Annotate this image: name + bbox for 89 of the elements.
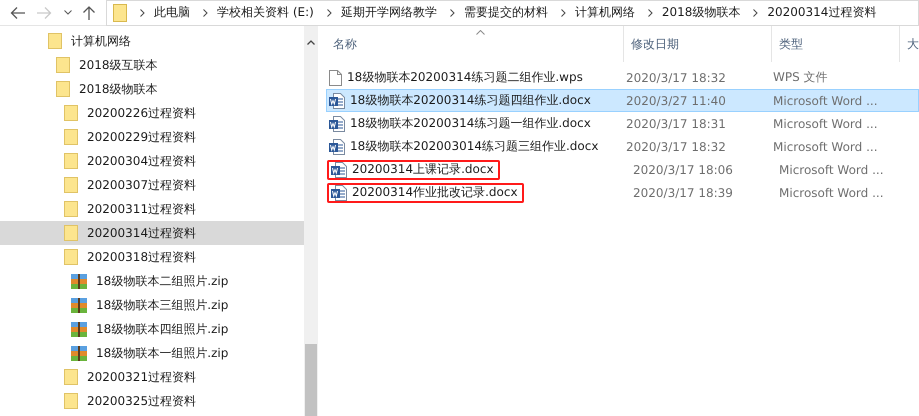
folder-icon (64, 153, 78, 169)
type-cell-text: Microsoft Word ... (778, 162, 885, 176)
tree-item[interactable]: 2018级物联本 (0, 77, 304, 101)
archive-icon (71, 322, 87, 336)
file-name: 18级物联本20200314练习题一组作业.docx (327, 115, 617, 132)
folder-icon (56, 81, 70, 97)
chevron-icon[interactable] (326, 8, 332, 16)
type-cell-text: Microsoft Word ... (772, 140, 879, 154)
tree-item[interactable]: 18级物联本四组照片.zip (0, 317, 304, 341)
file-row[interactable]: 18级物联本20200314练习题二组作业.wps 2020/3/17 18:32 WPS 文件 (326, 66, 919, 89)
word-document-icon (329, 138, 345, 154)
tree-item[interactable]: 20200229过程资料 (0, 125, 304, 149)
file-row[interactable]: 20200314作业批改记录.docx 2020/3/17 18:39 Microsoft Word ... (326, 181, 919, 204)
date-cell-text: 2020/3/27 11:40 (625, 94, 727, 108)
folder-icon (64, 177, 78, 193)
file-name: 18级物联本20200314练习题四组作业.docx (327, 92, 617, 109)
file-name: 18级物联本202003014练习题三组作业.docx (327, 138, 617, 155)
folder-icon (64, 249, 78, 265)
folder-icon (64, 105, 78, 121)
tree-item[interactable]: 20200314过程资料 (0, 221, 304, 245)
address-bar[interactable]: 此电脑 学校相关资料 (E:) 延期开学网络教学 需要提交的材料 计算机网络 2018级物联本 20200314过程资料 (106, 0, 919, 26)
word-document-icon (331, 184, 347, 200)
folder-icon (56, 57, 70, 73)
scroll-up-icon[interactable] (307, 40, 315, 45)
archive-icon (71, 298, 87, 312)
scroll-thumb[interactable] (305, 344, 317, 416)
file-name: 20200314上课记录.docx (327, 160, 500, 180)
file-name: 18级物联本20200314练习题二组作业.wps (327, 69, 617, 86)
folder-icon (64, 129, 78, 145)
breadcrumb-item[interactable]: 20200314过程资料 (767, 4, 876, 21)
type-cell-text: Microsoft Word ... (772, 116, 879, 130)
file-row[interactable]: 18级物联本20200314练习题一组作业.docx 2020/3/17 18:31 Microsoft Word ... (326, 112, 919, 135)
tree-item[interactable]: 18级物联本一组照片.zip (0, 341, 304, 365)
date-cell-text: 2020/3/17 18:31 (625, 116, 727, 130)
back-icon[interactable] (10, 6, 26, 20)
folder-icon (64, 201, 78, 217)
file-row[interactable]: 18级物联本20200314练习题四组作业.docx 2020/3/27 11:40 Microsoft Word ... (326, 89, 919, 112)
type-cell-text: Microsoft Word ... (778, 186, 885, 200)
folder-icon (64, 369, 78, 385)
up-arrow-icon[interactable] (82, 4, 96, 20)
file-row[interactable]: 18级物联本202003014练习题三组作业.docx 2020/3/17 18:32 Microsoft Word ... (326, 135, 919, 158)
tree-item[interactable]: 计算机网络 (0, 29, 304, 53)
type-cell-text: Microsoft Word ... (772, 94, 879, 108)
breadcrumb-item[interactable]: 计算机网络 (574, 4, 635, 21)
file-row[interactable]: 20200314上课记录.docx 2020/3/17 18:06 Microsoft Word ... (326, 158, 919, 181)
column-header[interactable]: 名称 (326, 26, 623, 62)
chevron-icon[interactable] (648, 8, 653, 16)
tree-item[interactable]: 20200325过程资料 (0, 389, 304, 413)
folder-icon (64, 393, 78, 409)
tree-item[interactable]: 2018级互联本 (0, 53, 304, 77)
tree-item[interactable]: 20200311过程资料 (0, 197, 304, 221)
tree-item[interactable]: 20200226过程资料 (0, 101, 304, 125)
word-document-icon (329, 92, 345, 108)
type-cell-text: WPS 文件 (772, 69, 829, 86)
chevron-icon[interactable] (753, 8, 758, 16)
chevron-icon[interactable] (560, 8, 566, 16)
date-cell-text: 2020/3/17 18:06 (632, 162, 734, 176)
date-cell-text: 2020/3/17 18:32 (625, 70, 727, 84)
chevron-icon[interactable] (203, 8, 208, 16)
breadcrumb-item[interactable]: 此电脑 (154, 4, 190, 21)
document-icon (329, 70, 342, 86)
folder-icon (48, 33, 62, 49)
word-document-icon (329, 116, 345, 132)
breadcrumb-item[interactable]: 需要提交的材料 (464, 4, 548, 21)
tree-item[interactable]: 20200321过程资料 (0, 365, 304, 389)
folder-icon (113, 4, 127, 22)
date-cell-text: 2020/3/17 18:32 (625, 140, 727, 154)
date-cell-text: 2020/3/17 18:39 (632, 186, 734, 200)
sort-caret-icon (476, 30, 485, 35)
tree-item[interactable]: 20200304过程资料 (0, 149, 304, 173)
chevron-icon[interactable] (140, 8, 145, 16)
tree-item[interactable]: 18级物联本二组照片.zip (0, 269, 304, 293)
column-header[interactable]: 类型 (771, 26, 899, 62)
word-document-icon (331, 162, 347, 178)
breadcrumb-item[interactable]: 学校相关资料 (E:) (217, 4, 314, 21)
column-header[interactable]: 大 (899, 26, 919, 62)
dropdown-caret-icon[interactable] (64, 10, 72, 15)
archive-icon (71, 346, 87, 360)
column-header[interactable]: 修改日期 (623, 26, 771, 62)
tree-item[interactable]: 20200318过程资料 (0, 245, 304, 269)
file-name: 20200314作业批改记录.docx (327, 182, 524, 202)
breadcrumb-item[interactable]: 延期开学网络教学 (340, 4, 437, 21)
folder-icon (64, 225, 78, 241)
tree-item[interactable]: 18级物联本三组照片.zip (0, 293, 304, 317)
chevron-icon[interactable] (450, 8, 455, 16)
breadcrumb-item[interactable]: 2018级物联本 (662, 4, 740, 21)
scrollbar[interactable] (304, 26, 318, 416)
archive-icon (71, 274, 87, 288)
tree-item[interactable]: 20200307过程资料 (0, 173, 304, 197)
